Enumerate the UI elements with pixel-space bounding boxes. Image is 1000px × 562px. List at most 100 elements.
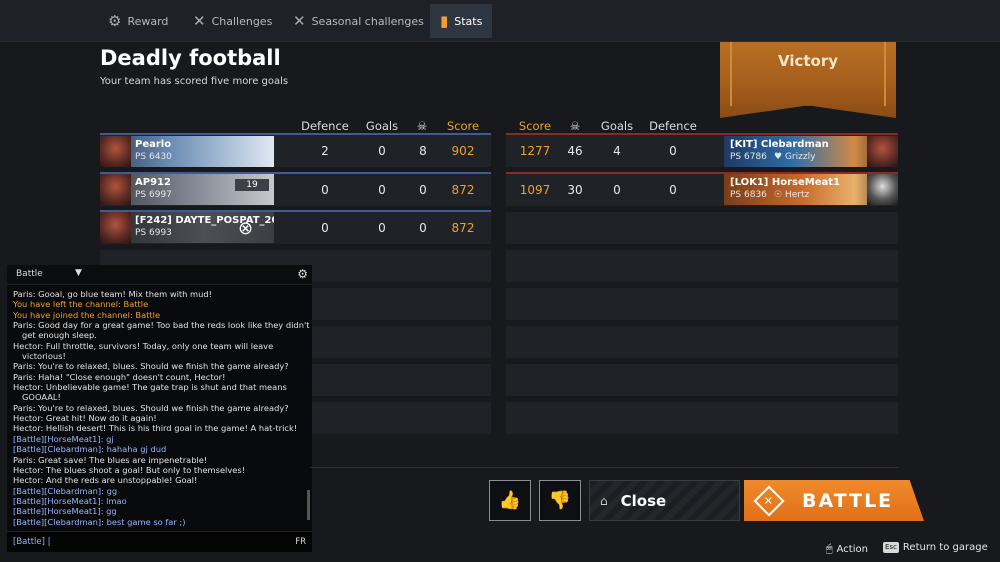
battle-label: BATTLE: [802, 489, 894, 512]
chat-message: Paris: You're to relaxed, blues. Should …: [13, 402, 289, 413]
result-label: Victory: [777, 52, 839, 70]
chat-message: [Battle][Clebardman]: best game so far ;…: [13, 516, 186, 527]
col-defence-blue: Defence: [301, 119, 349, 133]
table-row: [506, 212, 898, 244]
chat-message: GOOAAL!: [22, 392, 61, 403]
chat-message: get enough sleep.: [22, 330, 97, 341]
chat-message: Hector: Great hit! Now do it again!: [13, 413, 157, 424]
chat-message: You have left the channel: Battle: [13, 299, 149, 310]
blue-team-line: [100, 133, 491, 135]
victory-banner: Victory: [720, 42, 896, 118]
player-card-red-2[interactable]: [LOK1] HorseMeat1 PS 6836 ☉ Hertz: [724, 174, 898, 205]
player-card-blue-3[interactable]: [F242] DAYTE_POSPAT_200 PS 6993 ⊗: [100, 212, 274, 243]
clan-emblem-icon: ☉: [774, 190, 783, 200]
dislike-button[interactable]: 👎: [539, 480, 581, 521]
thumbs-down-icon: 👎: [548, 490, 572, 511]
chat-message: Hector: Full throttle, survivors! Today,…: [13, 340, 274, 351]
chat-messages: Paris: Gooal, go blue team! Mix them wit…: [13, 289, 310, 527]
garage-icon: ⌂: [600, 493, 608, 508]
divider: [310, 467, 898, 468]
defence-value: 0: [669, 144, 677, 158]
chat-message: You have joined the channel: Battle: [13, 309, 161, 320]
close-button[interactable]: ⌂ Close: [589, 480, 740, 521]
language-indicator: FR: [295, 537, 306, 547]
gear-icon[interactable]: ⚙: [297, 267, 308, 281]
avatar: [100, 136, 131, 167]
col-score-red: Score: [518, 119, 552, 133]
chat-message: Paris: Good day for a great game! Too ba…: [13, 320, 310, 331]
chat-message: Hector: Hellish desert! This is his thir…: [13, 423, 298, 434]
kills-value: 0: [419, 183, 427, 197]
tab-label: Challenges: [211, 14, 273, 28]
goals-value: 0: [378, 183, 386, 197]
table-row: [506, 364, 898, 396]
caret-down-icon[interactable]: ▼: [75, 268, 82, 278]
chat-message: Hector: The blues shoot a goal! But only…: [13, 464, 246, 475]
chat-message: [Battle][Clebardman]: gg: [13, 485, 118, 496]
player-ps: PS 6786: [730, 152, 767, 162]
goals-value: 0: [378, 221, 386, 235]
goals-value: 4: [613, 144, 621, 158]
kills-value: 30: [567, 183, 583, 197]
stats-icon: ▮: [440, 12, 449, 30]
table-row: [506, 250, 898, 282]
player-ps: PS 6430: [135, 152, 172, 162]
chat-message: Paris: Gooal, go blue team! Mix them wit…: [13, 289, 212, 299]
player-card-red-1[interactable]: [KIT] Clebardman PS 6786 ♥ Grizzly: [724, 136, 898, 167]
score-value: 902: [451, 144, 475, 158]
avatar: [100, 174, 131, 205]
player-name: [F242] DAYTE_POSPAT_200: [135, 215, 274, 226]
tab-stats[interactable]: ▮ Stats: [430, 4, 493, 38]
chat-input-prefix: [Battle] |: [13, 537, 51, 547]
esc-key-icon: Esc: [883, 542, 899, 553]
goals-value: 0: [378, 144, 386, 158]
col-defence-red: Defence: [649, 119, 697, 133]
tab-challenges[interactable]: ✕ Challenges: [193, 4, 272, 38]
like-button[interactable]: 👍: [489, 480, 531, 521]
defence-value: 0: [321, 221, 329, 235]
battle-button[interactable]: ✕ BATTLE: [744, 480, 924, 521]
chat-scrollbar[interactable]: [307, 490, 310, 520]
clan-emblem-icon: ⊗: [238, 218, 254, 239]
chat-message: Hector: And the reds are unstoppable! Go…: [13, 475, 198, 486]
tab-label: Stats: [454, 14, 483, 28]
tab-reward[interactable]: ⚙ Reward: [108, 4, 168, 38]
clan-label: Grizzly: [784, 152, 816, 162]
player-name: Pearlo: [135, 139, 172, 150]
red-team-line: [506, 133, 898, 135]
thumbs-up-icon: 👍: [498, 490, 522, 511]
score-value: 1277: [519, 144, 551, 158]
clan-label: Hertz: [784, 190, 810, 200]
chat-message: Paris: Great save! The blues are impenet…: [13, 454, 208, 465]
chat-panel: Battle ▼ ⚙ Paris: Gooal, go blue team! M…: [7, 265, 312, 552]
avatar: [100, 212, 131, 243]
chat-message: Paris: You're to relaxed, blues. Should …: [13, 361, 289, 372]
player-card-blue-2[interactable]: AP912 PS 6997 19: [100, 174, 274, 205]
chat-channel-select[interactable]: Battle: [16, 269, 43, 279]
shield-icon: ♥: [774, 152, 783, 162]
tab-label: Reward: [127, 14, 169, 28]
tab-label: Seasonal challenges: [311, 14, 424, 28]
score-value: 1097: [519, 183, 551, 197]
chat-input[interactable]: [Battle] | FR: [7, 531, 312, 552]
score-value: 872: [451, 221, 475, 235]
table-row: [506, 288, 898, 320]
defence-value: 0: [321, 183, 329, 197]
kills-value: 46: [567, 144, 583, 158]
skull-icon: ☠: [569, 119, 581, 133]
mouse-icon: 🖱: [826, 542, 833, 555]
kills-value: 8: [419, 144, 427, 158]
player-card-blue-1[interactable]: Pearlo PS 6430: [100, 136, 274, 167]
player-ps: PS 6836: [730, 190, 767, 200]
chat-message: [Battle][HorseMeat1]: gg: [13, 506, 117, 517]
chat-message: victorious!: [22, 351, 66, 362]
top-tab-bar: ⚙ Reward ✕ Challenges ✕ Seasonal challen…: [0, 0, 1000, 42]
tab-seasonal-challenges[interactable]: ✕ Seasonal challenges: [293, 4, 424, 38]
page-title: Deadly football: [100, 46, 281, 70]
col-goals-red: Goals: [600, 119, 634, 133]
page-subtitle: Your team has scored five more goals: [100, 76, 289, 87]
close-label: Close: [620, 491, 667, 510]
level-badge: 19: [235, 179, 269, 191]
return-to-garage-hint[interactable]: Esc Return to garage: [883, 542, 988, 553]
player-name: [KIT] Clebardman: [730, 139, 829, 150]
